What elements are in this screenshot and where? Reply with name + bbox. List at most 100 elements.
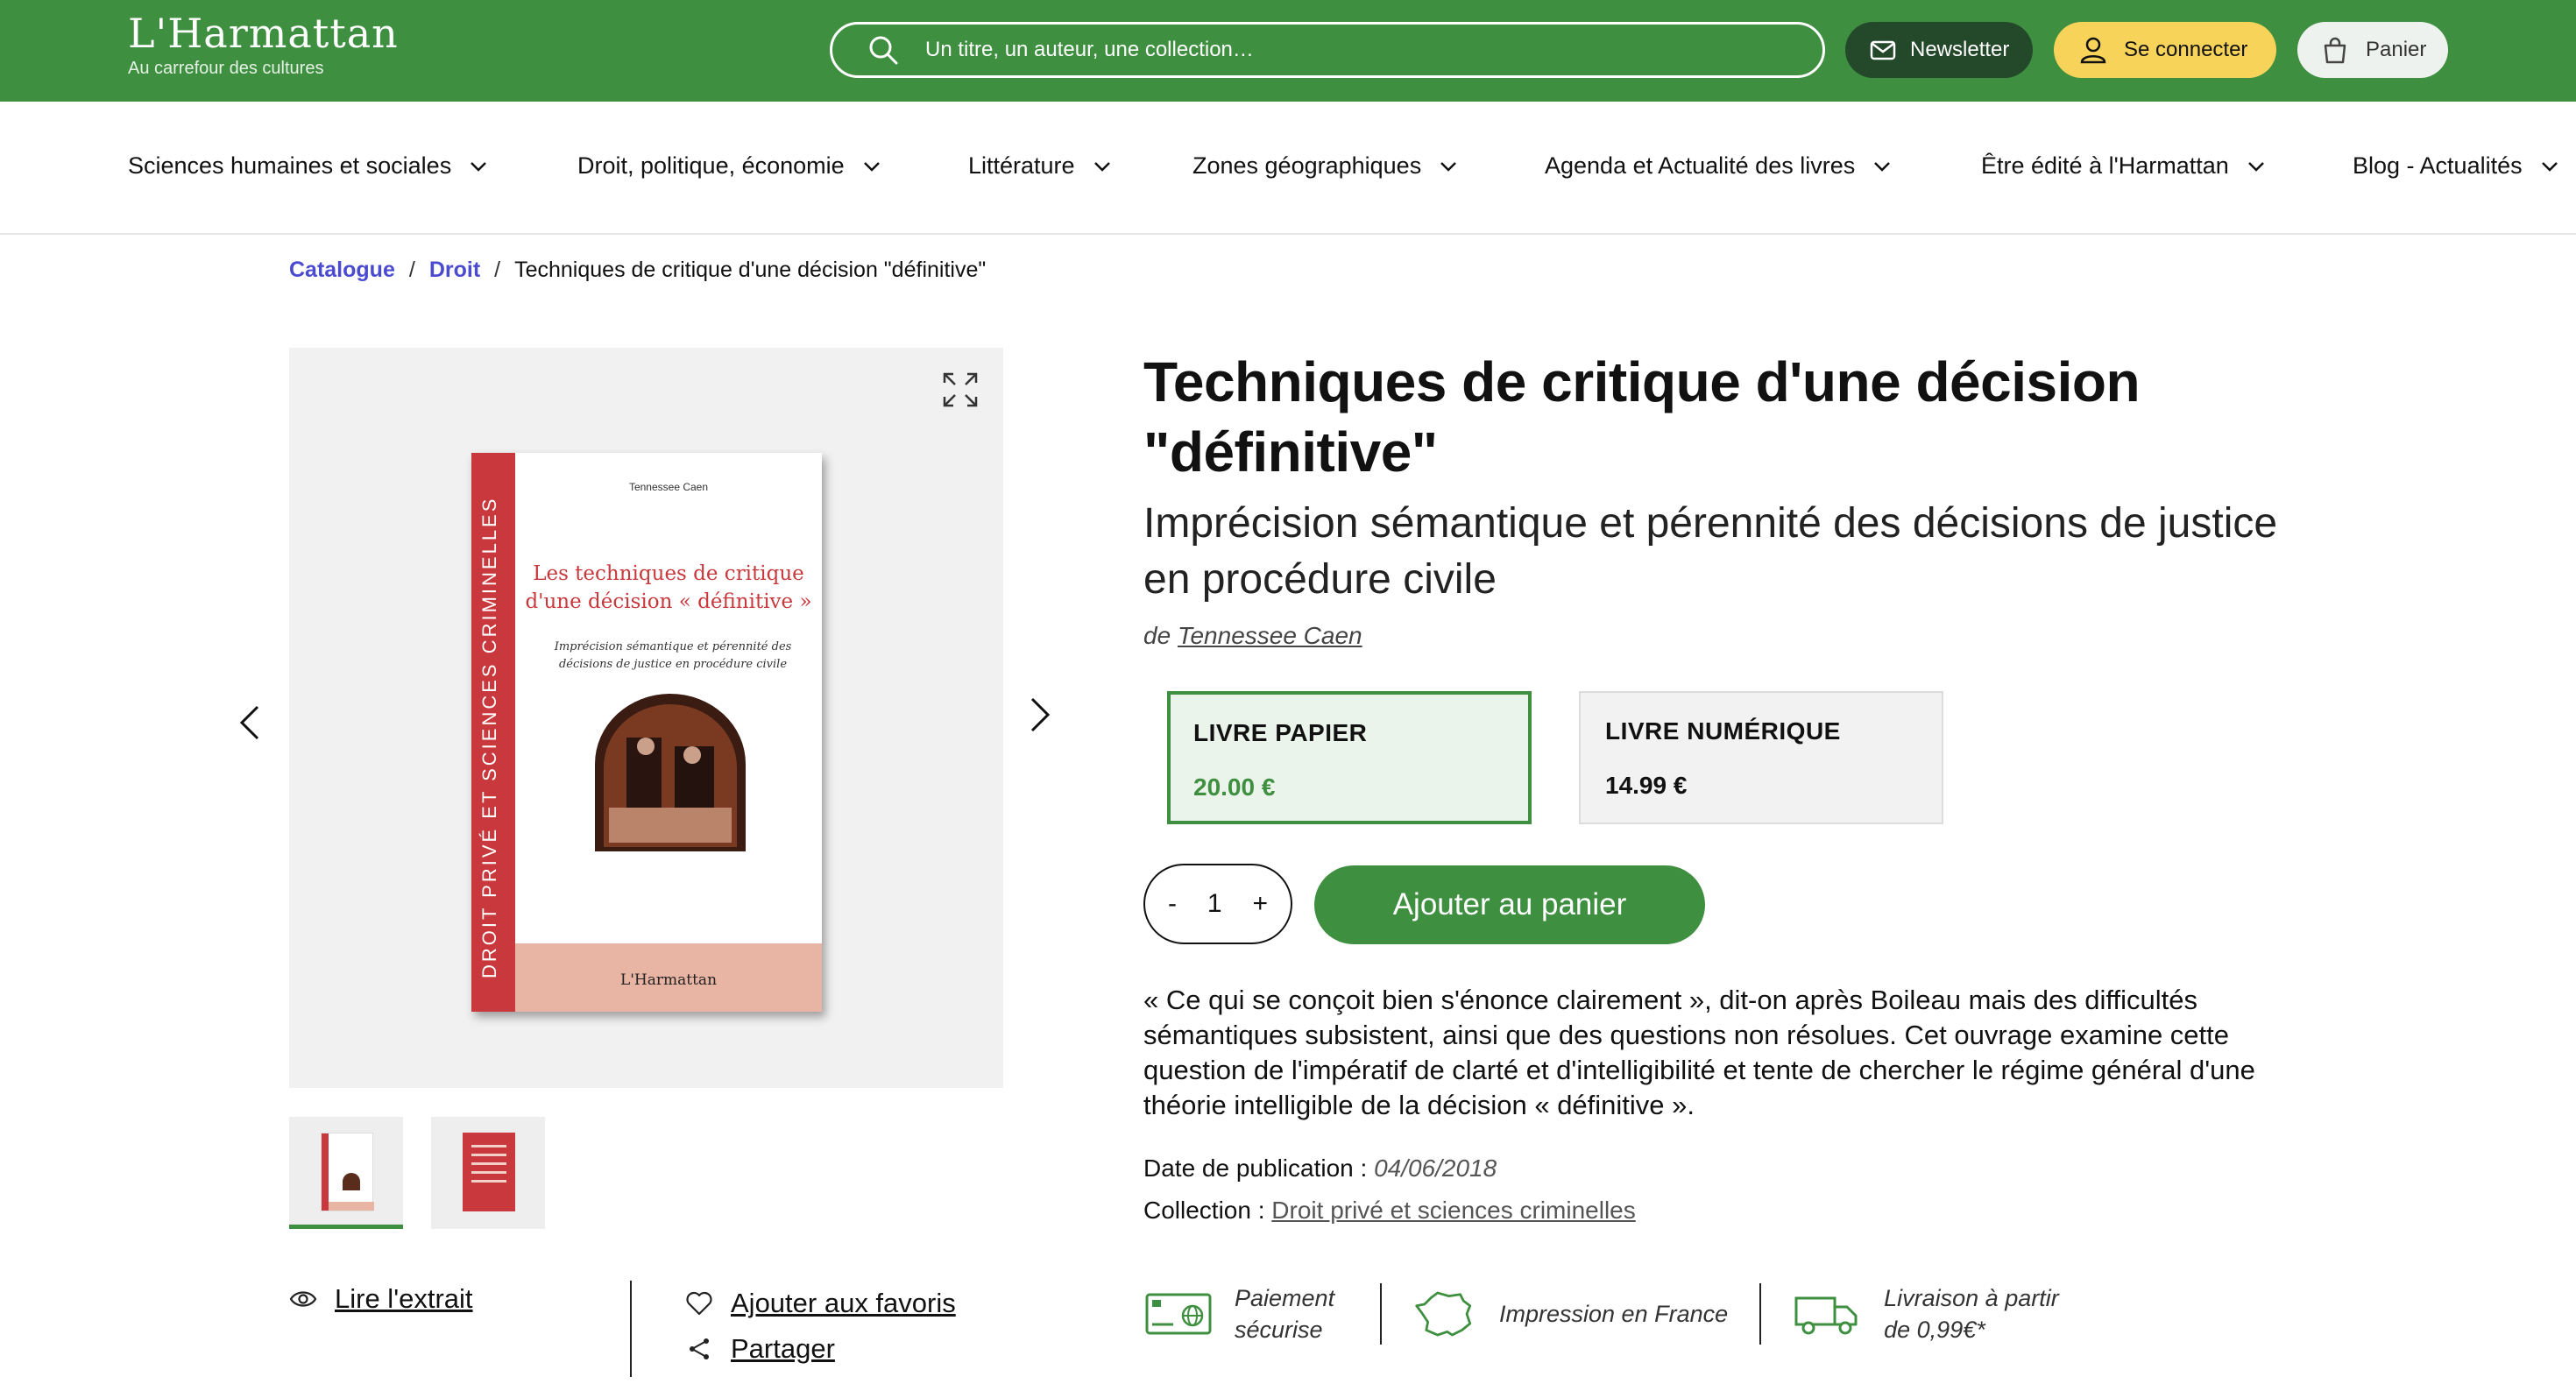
breadcrumb-separator: / xyxy=(494,258,501,282)
previous-image-arrow-icon[interactable] xyxy=(237,703,263,742)
secure-payment-icon xyxy=(1145,1293,1212,1335)
book-cover[interactable]: DROIT PRIVÉ ET SCIENCES CRIMINELLES Tenn… xyxy=(471,453,822,1012)
nav-item-agenda[interactable]: Agenda et Actualité des livres xyxy=(1545,152,1892,180)
publication-date-value: 04/06/2018 xyxy=(1374,1154,1497,1182)
quantity-decrease-button[interactable]: - xyxy=(1168,889,1177,919)
publication-date: Date de publication : 04/06/2018 xyxy=(1143,1154,1497,1183)
divider xyxy=(1759,1283,1762,1345)
product-description: « Ce qui se conçoit bien s'énonce claire… xyxy=(1143,985,2255,1120)
nav-label: Droit, politique, économie xyxy=(577,152,845,179)
breadcrumb-separator: / xyxy=(408,258,415,282)
login-button[interactable]: Se connecter xyxy=(2054,22,2276,78)
site-logo[interactable]: L'Harmattan Au carrefour des cultures xyxy=(128,7,399,79)
feature-secure-payment: Paiement sécurise xyxy=(1143,1282,1348,1345)
mail-icon xyxy=(1870,40,1896,60)
cover-spine: DROIT PRIVÉ ET SCIENCES CRIMINELLES xyxy=(471,453,515,1012)
format-label: LIVRE PAPIER xyxy=(1193,719,1368,746)
service-features: Paiement sécurise Impression en France L… xyxy=(1143,1281,2085,1347)
search-icon[interactable] xyxy=(866,32,901,67)
feature-text: Paiement sécurise xyxy=(1235,1285,1335,1343)
format-price: 20.00 € xyxy=(1193,773,1276,801)
read-extract-label[interactable]: Lire l'extrait xyxy=(335,1283,473,1315)
divider xyxy=(630,1281,632,1377)
product-image-viewer: DROIT PRIVÉ ET SCIENCES CRIMINELLES Tenn… xyxy=(289,348,1003,1088)
main-nav: Sciences humaines et sociales Droit, pol… xyxy=(0,102,2576,235)
author-link[interactable]: Tennessee Caen xyxy=(1178,622,1362,649)
feature-printed-france: Impression en France xyxy=(1413,1288,1728,1340)
nav-label: Littérature xyxy=(968,152,1075,179)
share-label[interactable]: Partager xyxy=(731,1333,835,1365)
nav-item-zones-geographiques[interactable]: Zones géographiques xyxy=(1192,152,1458,180)
thumbnail-back-cover[interactable] xyxy=(431,1117,545,1229)
add-favorites-label[interactable]: Ajouter aux favoris xyxy=(731,1288,956,1319)
format-option-digital[interactable]: LIVRE NUMÉRIQUE 14.99 € xyxy=(1579,691,1943,824)
nav-item-droit-politique[interactable]: Droit, politique, économie xyxy=(577,152,881,180)
search-input[interactable] xyxy=(925,38,1714,62)
author-prefix: de xyxy=(1143,622,1171,649)
chevron-down-icon xyxy=(2247,161,2264,172)
next-image-arrow-icon[interactable] xyxy=(1027,695,1053,734)
delivery-truck-icon xyxy=(1794,1296,1858,1335)
share-icon xyxy=(690,1338,709,1359)
expand-icon[interactable] xyxy=(941,371,980,409)
format-label: LIVRE NUMÉRIQUE xyxy=(1605,717,1841,745)
breadcrumb-catalogue[interactable]: Catalogue xyxy=(289,258,395,283)
nav-item-litterature[interactable]: Littérature xyxy=(968,152,1112,180)
add-to-cart-button[interactable]: Ajouter au panier xyxy=(1314,865,1705,944)
nav-label: Sciences humaines et sociales xyxy=(128,152,452,179)
feature-text: Impression en France xyxy=(1499,1301,1729,1327)
thumbnail-front-cover[interactable] xyxy=(289,1117,403,1229)
france-map-icon xyxy=(1415,1291,1472,1337)
chevron-down-icon xyxy=(1440,161,1457,172)
shopping-bag-icon xyxy=(2324,37,2346,64)
format-option-paper[interactable]: LIVRE PAPIER 20.00 € xyxy=(1167,691,1532,824)
read-extract-link[interactable]: Lire l'extrait xyxy=(289,1283,473,1315)
nav-item-blog[interactable]: Blog - Actualités xyxy=(2353,152,2559,180)
product-subtitle: Imprécision sémantique et pérennité des … xyxy=(1143,500,2278,603)
chevron-down-icon xyxy=(1874,161,1891,172)
cover-artwork xyxy=(595,694,746,851)
thumbnail-image xyxy=(321,1133,374,1211)
top-header: L'Harmattan Au carrefour des cultures Ne… xyxy=(0,0,2576,102)
secondary-actions: Ajouter aux favoris Partager xyxy=(685,1281,956,1372)
format-price: 14.99 € xyxy=(1605,772,1688,799)
nav-item-etre-edite[interactable]: Être édité à l'Harmattan xyxy=(1981,152,2266,180)
logo-tagline: Au carrefour des cultures xyxy=(128,59,324,78)
newsletter-button[interactable]: Newsletter xyxy=(1845,22,2033,78)
add-favorites-link[interactable]: Ajouter aux favoris xyxy=(685,1281,956,1326)
thumbnail-image xyxy=(463,1133,515,1211)
cart-button[interactable]: Panier xyxy=(2297,22,2448,78)
breadcrumb-droit[interactable]: Droit xyxy=(429,258,480,283)
cover-author: Tennessee Caen xyxy=(628,481,709,493)
cover-title: Les techniques de critique d'une décisio… xyxy=(525,562,812,613)
collection-link[interactable]: Droit privé et sciences criminelles xyxy=(1271,1197,1635,1224)
nav-label: Blog - Actualités xyxy=(2353,152,2523,179)
newsletter-label: Newsletter xyxy=(1910,38,2010,61)
quantity-value[interactable]: 1 xyxy=(1207,889,1222,919)
divider xyxy=(1380,1283,1382,1345)
cover-subtitle: Imprécision sémantique et pérennité des … xyxy=(554,640,792,671)
eye-icon xyxy=(289,1291,317,1307)
nav-label: Zones géographiques xyxy=(1192,152,1422,179)
chevron-down-icon xyxy=(2541,161,2558,172)
cover-spine-text: DROIT PRIVÉ ET SCIENCES CRIMINELLES xyxy=(478,496,500,978)
breadcrumb-current: Techniques de critique d'une décision "d… xyxy=(514,258,987,282)
chevron-down-icon xyxy=(471,161,487,172)
nav-label: Être édité à l'Harmattan xyxy=(1981,152,2229,179)
heart-icon xyxy=(686,1291,712,1316)
product-title: Techniques de critique d'une décision "d… xyxy=(1143,350,2141,484)
feature-text: Livraison à partir de 0,99€* xyxy=(1884,1285,2059,1343)
user-icon xyxy=(2080,37,2106,64)
quantity-increase-button[interactable]: + xyxy=(1252,889,1268,919)
chevron-down-icon xyxy=(1093,161,1110,172)
collection: Collection : Droit privé et sciences cri… xyxy=(1143,1197,1636,1225)
product-author: de Tennessee Caen xyxy=(1143,622,1362,650)
breadcrumb: Catalogue / Droit / Techniques de critiq… xyxy=(289,258,986,283)
logo-name: L'Harmattan xyxy=(128,10,399,57)
cover-publisher: L'Harmattan xyxy=(619,971,718,989)
share-link[interactable]: Partager xyxy=(685,1326,956,1372)
publication-date-label: Date de publication : xyxy=(1143,1154,1368,1182)
cart-label: Panier xyxy=(2366,38,2427,61)
nav-item-sciences-humaines[interactable]: Sciences humaines et sociales xyxy=(128,152,488,180)
search-bar[interactable] xyxy=(830,22,1825,78)
